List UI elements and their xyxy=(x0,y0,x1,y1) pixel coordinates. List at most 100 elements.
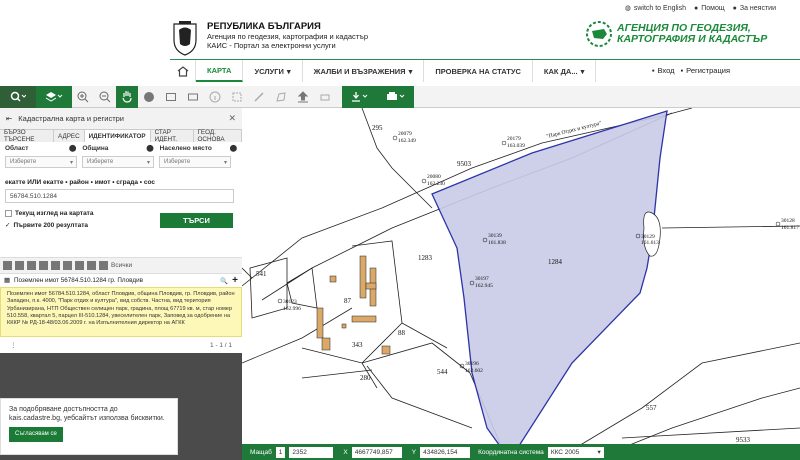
chevron-down-icon: ▾ xyxy=(223,159,227,166)
survey-point[interactable]: 20080162.230 xyxy=(421,174,445,187)
search-tool-button[interactable] xyxy=(0,85,36,108)
select-parcel-icon xyxy=(232,92,242,101)
measure-line-button[interactable] xyxy=(248,86,270,108)
trash-icon[interactable] xyxy=(39,261,48,270)
cs-select[interactable]: ККС 2005 ▾ xyxy=(547,446,604,458)
layers-icon[interactable] xyxy=(63,261,72,270)
survey-point[interactable]: 20079162.349 xyxy=(392,131,416,144)
info-button[interactable] xyxy=(204,86,226,108)
search-button[interactable]: ТЪРСИ xyxy=(160,213,233,228)
nav-services[interactable]: УСЛУГИ ▾ xyxy=(243,60,303,82)
result-menu-icon[interactable]: ⋮ xyxy=(10,341,17,349)
svg-text:163.039: 163.039 xyxy=(507,143,525,149)
pan-button[interactable] xyxy=(116,85,138,108)
result-title[interactable]: Поземлен имот 56784.510.1284 гр. Пловдив xyxy=(14,277,143,284)
user-icon: ▪ xyxy=(651,66,655,75)
cadastral-map[interactable]: 295 9503 1283 1284 541 87 88 343 544 557… xyxy=(242,108,800,460)
eye-icon: ● xyxy=(732,4,737,12)
select-all-icon[interactable] xyxy=(99,261,108,270)
list-icon[interactable] xyxy=(15,261,24,270)
svg-text:30139: 30139 xyxy=(488,233,502,239)
tab-identifier[interactable]: ИДЕНТИФИКАТОР xyxy=(84,130,151,142)
nav-how-to[interactable]: КАК ДА... ▾ xyxy=(533,60,597,82)
zoom-to-icon[interactable]: 🔍 xyxy=(220,277,228,285)
export-icon[interactable] xyxy=(75,261,84,270)
agency-logo-line2: КАРТОГРАФИЯ И КАДАСТЪР xyxy=(617,33,768,45)
hand-icon xyxy=(122,91,132,103)
zoom-in-icon xyxy=(77,91,89,102)
home-icon[interactable] xyxy=(27,261,36,270)
settlement-select[interactable]: Изберете ▾ xyxy=(159,156,231,168)
pencil-icon xyxy=(254,91,264,102)
download-button[interactable] xyxy=(342,85,378,108)
grid-icon[interactable] xyxy=(3,261,12,270)
close-icon[interactable]: ✕ xyxy=(228,113,236,124)
info-icon xyxy=(209,91,221,102)
identifier-input[interactable]: 56784.510.1284 xyxy=(5,189,234,203)
extent-button[interactable] xyxy=(160,86,182,108)
x-coordinate: 4667749,857 xyxy=(351,446,402,458)
map-canvas[interactable]: 295 9503 1283 1284 541 87 88 343 544 557… xyxy=(242,108,800,460)
register-link[interactable]: ▪ Регистрация xyxy=(680,66,730,75)
clear-button[interactable] xyxy=(314,86,336,108)
add-icon[interactable]: + xyxy=(232,275,238,286)
nav-status-check[interactable]: ПРОВЕРКА НА СТАТУС xyxy=(424,60,533,82)
svg-text:20079: 20079 xyxy=(398,131,412,137)
label-9503: 9503 xyxy=(457,160,472,168)
search-tabs: БЪРЗО ТЪРСЕНЕ АДРЕС ИДЕНТИФИКАТОР СТАР И… xyxy=(0,129,242,143)
chevron-down-icon: ▾ xyxy=(597,449,601,456)
extent-icon xyxy=(166,92,176,101)
region-select[interactable]: Изберете ▾ xyxy=(5,156,77,168)
nav-complaints[interactable]: ЖАЛБИ И ВЪЗРАЖЕНИЯ ▾ xyxy=(303,60,425,82)
y-label: Y xyxy=(411,448,417,456)
print-button[interactable] xyxy=(378,85,414,108)
previous-extent-button[interactable] xyxy=(182,86,204,108)
svg-text:20080: 20080 xyxy=(427,174,441,180)
zoom-in-button[interactable] xyxy=(72,86,94,108)
tab-address[interactable]: АДРЕС xyxy=(54,130,85,142)
tab-geodetic-base[interactable]: ГЕОД. ОСНОВА xyxy=(194,129,242,143)
nav-map[interactable]: КАРТА xyxy=(196,60,244,82)
agency-logo[interactable]: АГЕНЦИЯ ПО ГЕОДЕЗИЯ, КАРТОГРАФИЯ И КАДАС… xyxy=(585,20,767,48)
svg-text:162.349: 162.349 xyxy=(398,138,416,144)
globe-button[interactable] xyxy=(138,86,160,108)
help-icon: ● xyxy=(693,4,699,12)
map-status-bar: Мащаб 1 2352 X 4667749,857 Y 434826,154 … xyxy=(242,444,800,460)
help-link[interactable]: ● Помощ xyxy=(694,4,725,12)
select-parcel-button[interactable] xyxy=(226,86,248,108)
panel-arrow-icon[interactable]: ⇤ xyxy=(6,114,12,123)
tab-quick-search[interactable]: БЪРЗО ТЪРСЕНЕ xyxy=(0,129,55,143)
login-link[interactable]: ▪ Вход xyxy=(652,66,675,75)
tab-old-identifier[interactable]: СТАР ИДЕНТ. xyxy=(151,129,194,143)
municipality-select[interactable]: Изберете ▾ xyxy=(82,156,154,168)
settlement-label: Населено място xyxy=(159,144,212,152)
svg-text:161.838: 161.838 xyxy=(488,240,506,246)
home-button[interactable] xyxy=(170,60,196,82)
result-details: Поземлен имот 56784.510.1284, област Пло… xyxy=(0,287,242,337)
globe-icon xyxy=(144,91,154,102)
label-541: 541 xyxy=(256,270,267,278)
layers-button[interactable] xyxy=(36,85,72,108)
label-295: 295 xyxy=(372,124,383,132)
survey-point[interactable]: 30123162.996 xyxy=(277,298,301,312)
label-1283: 1283 xyxy=(418,254,433,262)
survey-point[interactable]: 20179163.039 xyxy=(501,136,525,149)
sighted-link[interactable]: ● За неястии xyxy=(733,4,776,12)
chevron-down-icon: ▾ xyxy=(69,159,73,166)
map-toolbar xyxy=(0,85,800,108)
buildings xyxy=(316,255,391,355)
english-link[interactable]: ◍ switch to English xyxy=(625,4,686,13)
agency-line: Агенция по геодезия, картография и кадас… xyxy=(207,32,369,41)
upload-button[interactable] xyxy=(292,86,314,108)
scale-input[interactable]: 2352 xyxy=(289,446,334,458)
previous-extent-icon xyxy=(188,93,198,100)
chevron-down-icon: ▾ xyxy=(408,66,413,76)
zoom-out-button[interactable] xyxy=(94,86,116,108)
calendar-icon[interactable] xyxy=(87,261,96,270)
pin-icon[interactable] xyxy=(51,261,60,270)
printer-icon xyxy=(387,91,405,100)
svg-text:162.230: 162.230 xyxy=(427,181,445,187)
cookie-accept-button[interactable]: Съгласявам се xyxy=(9,427,63,442)
survey-point[interactable]: 30128161.817 xyxy=(775,218,799,231)
measure-area-button[interactable] xyxy=(270,86,292,108)
